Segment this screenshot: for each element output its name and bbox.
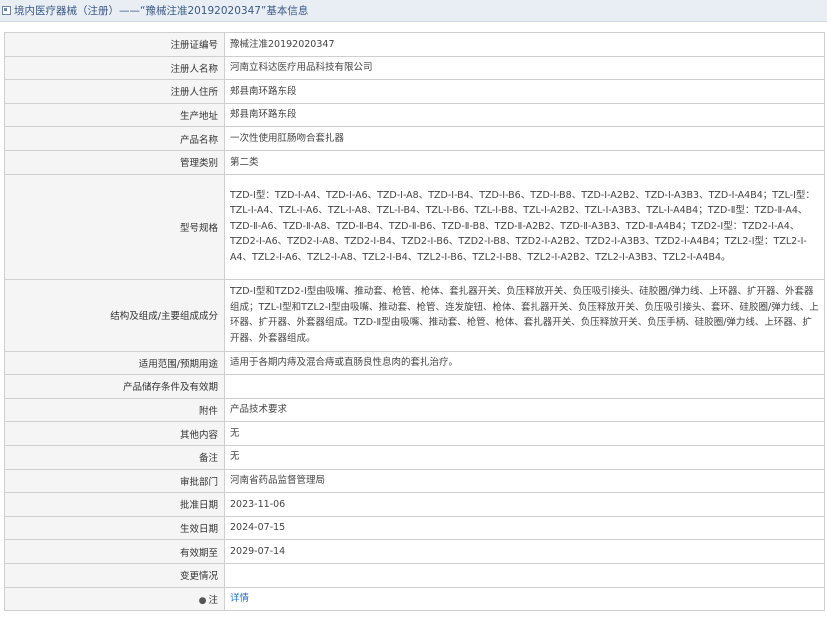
row-label: 生产地址 <box>4 102 225 128</box>
row-value: 无 <box>224 444 825 470</box>
row-value: 郏县南环路东段 <box>224 79 825 104</box>
detail-table: 注册证编号 豫械注准20192020347 注册人名称 河南立科达医疗用品科技有… <box>4 32 825 612</box>
row-value: TZD-Ⅰ型和TZD2-Ⅰ型由吸嘴、推动套、枪管、枪体、套扎器开关、负压释放开关… <box>224 278 825 352</box>
row-value: 河南省药品监督管理局 <box>224 468 825 494</box>
row-label: 附件 <box>4 397 225 423</box>
row-label: 管理类别 <box>4 149 225 175</box>
table-row: 变更情况 <box>4 562 825 588</box>
row-label: 注册人住所 <box>4 79 225 104</box>
table-row: 有效期至 2029-07-14 <box>4 539 825 564</box>
row-label: 其他内容 <box>4 421 225 446</box>
row-label: 适用范围/预期用途 <box>4 350 225 376</box>
table-row: 管理类别 第二类 <box>4 149 825 175</box>
table-row: 备注 无 <box>4 444 825 470</box>
table-row: 生效日期 2024-07-15 <box>4 515 825 541</box>
table-row: 注册人名称 河南立科达医疗用品科技有限公司 <box>4 55 825 81</box>
document-icon <box>2 6 11 15</box>
table-row: 生产地址 郏县南环路东段 <box>4 102 825 128</box>
row-label: 结构及组成/主要组成成分 <box>4 278 225 352</box>
page-title: 境内医疗器械（注册）——“豫械注准20192020347”基本信息 <box>14 5 309 17</box>
row-value: TZD-Ⅰ型：TZD-Ⅰ-A4、TZD-Ⅰ-A6、TZD-Ⅰ-A8、TZD-Ⅰ-… <box>224 173 825 280</box>
details-link[interactable]: 详情 <box>230 593 249 604</box>
table-row: ● 注 详情 <box>4 586 825 612</box>
table-row: 型号规格 TZD-Ⅰ型：TZD-Ⅰ-A4、TZD-Ⅰ-A6、TZD-Ⅰ-A8、T… <box>4 173 825 280</box>
row-value: 2029-07-14 <box>224 539 825 564</box>
row-label: 生效日期 <box>4 515 225 541</box>
row-label: 注 <box>208 594 218 606</box>
table-row: 适用范围/预期用途 适用于各期内痔及混合痔或直肠良性息肉的套扎治疗。 <box>4 350 825 376</box>
row-label: 注册证编号 <box>4 32 225 57</box>
table-row: 附件 产品技术要求 <box>4 397 825 423</box>
row-label: 审批部门 <box>4 468 225 494</box>
table-row: 结构及组成/主要组成成分 TZD-Ⅰ型和TZD2-Ⅰ型由吸嘴、推动套、枪管、枪体… <box>4 278 825 352</box>
note-label: ● 注 <box>4 586 225 612</box>
row-value: 2023-11-06 <box>224 492 825 517</box>
row-value: 无 <box>224 421 825 446</box>
info-card: 注册证编号 豫械注准20192020347 注册人名称 河南立科达医疗用品科技有… <box>4 32 825 612</box>
table-row: 其他内容 无 <box>4 421 825 446</box>
table-row: 批准日期 2023-11-06 <box>4 492 825 517</box>
row-value <box>224 562 825 588</box>
row-value: 详情 <box>224 586 825 612</box>
row-label: 注册人名称 <box>4 55 225 81</box>
row-label: 变更情况 <box>4 562 225 588</box>
row-value: 产品技术要求 <box>224 397 825 423</box>
page-header: 境内医疗器械（注册）——“豫械注准20192020347”基本信息 <box>0 0 827 22</box>
row-value: 2024-07-15 <box>224 515 825 541</box>
table-row: 审批部门 河南省药品监督管理局 <box>4 468 825 494</box>
table-row: 产品储存条件及有效期 <box>4 374 825 399</box>
row-value: 河南立科达医疗用品科技有限公司 <box>224 55 825 81</box>
table-row: 注册证编号 豫械注准20192020347 <box>4 32 825 57</box>
row-label: 产品名称 <box>4 126 225 151</box>
row-value: 郏县南环路东段 <box>224 102 825 128</box>
table-row: 产品名称 一次性使用肛肠吻合套扎器 <box>4 126 825 151</box>
row-label: 有效期至 <box>4 539 225 564</box>
table-row: 注册人住所 郏县南环路东段 <box>4 79 825 104</box>
row-value: 第二类 <box>224 149 825 175</box>
row-value <box>224 374 825 399</box>
row-label: 型号规格 <box>4 173 225 280</box>
row-label: 备注 <box>4 444 225 470</box>
row-value: 豫械注准20192020347 <box>224 32 825 57</box>
row-value: 适用于各期内痔及混合痔或直肠良性息肉的套扎治疗。 <box>224 350 825 376</box>
row-label: 批准日期 <box>4 492 225 517</box>
info-bullet-icon: ● <box>198 595 207 606</box>
row-label: 产品储存条件及有效期 <box>4 374 225 399</box>
row-value: 一次性使用肛肠吻合套扎器 <box>224 126 825 151</box>
